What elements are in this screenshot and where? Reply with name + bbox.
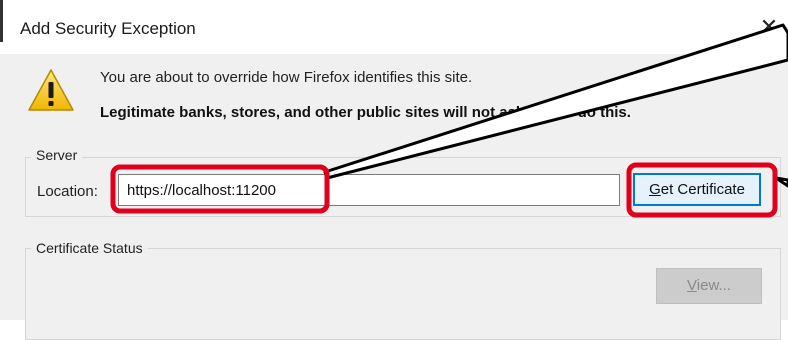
title-bar: Add Security Exception ✕ (0, 0, 788, 54)
close-button[interactable]: ✕ (752, 12, 786, 42)
warning-icon (28, 69, 74, 111)
get-certificate-label: et Certificate (660, 181, 745, 198)
get-certificate-accesskey: G (649, 181, 661, 198)
add-security-exception-dialog: Add Security Exception ✕ You are about t… (0, 0, 788, 340)
warning-emphasis: Legitimate banks, stores, and other publ… (100, 104, 631, 121)
location-input[interactable] (118, 174, 620, 206)
window-title: Add Security Exception (20, 19, 196, 38)
warning-message: You are about to override how Firefox id… (100, 69, 473, 86)
close-icon: ✕ (759, 14, 779, 39)
certificate-status-legend: Certificate Status (31, 240, 148, 256)
view-button[interactable]: View... (656, 268, 762, 304)
server-legend: Server (31, 147, 83, 163)
view-label: iew... (696, 277, 731, 294)
view-accesskey: V (687, 277, 697, 294)
get-certificate-button[interactable]: Get Certificate (633, 173, 761, 206)
location-label: Location: (37, 183, 98, 200)
